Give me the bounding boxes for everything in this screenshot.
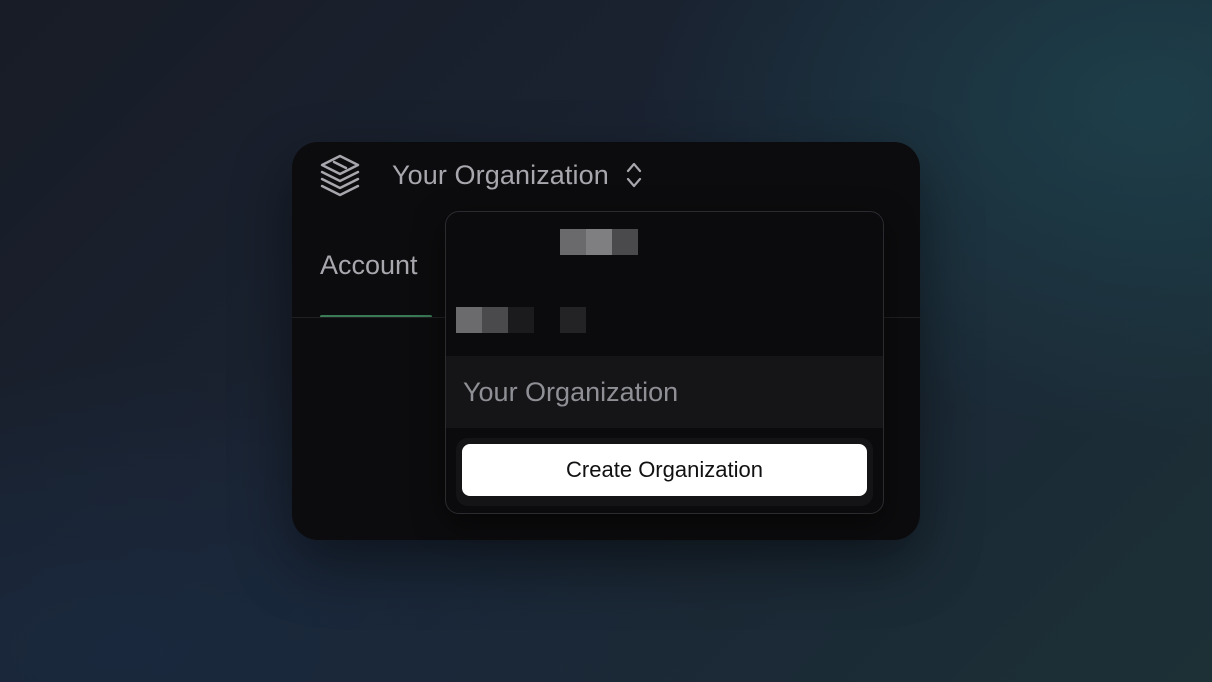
redacted-text-row — [560, 229, 638, 255]
dropdown-footer: Create Organization — [456, 438, 873, 506]
chevron-up-down-icon — [623, 160, 645, 190]
create-organization-button[interactable]: Create Organization — [462, 444, 867, 496]
tab-account-label: Account — [320, 250, 418, 280]
org-list-item-label: Your Organization — [463, 376, 679, 407]
top-bar: Your Organization — [292, 142, 920, 210]
redacted-text-row — [456, 307, 586, 333]
org-switcher-button[interactable]: Your Organization — [380, 152, 657, 198]
current-org-name: Your Organization — [392, 159, 609, 190]
org-list-item[interactable]: Your Organization — [446, 356, 883, 428]
tab-account[interactable]: Account — [320, 238, 432, 318]
stacked-layers-icon[interactable] — [318, 153, 362, 197]
org-dropdown-menu: Your Organization Create Organization — [445, 211, 884, 514]
